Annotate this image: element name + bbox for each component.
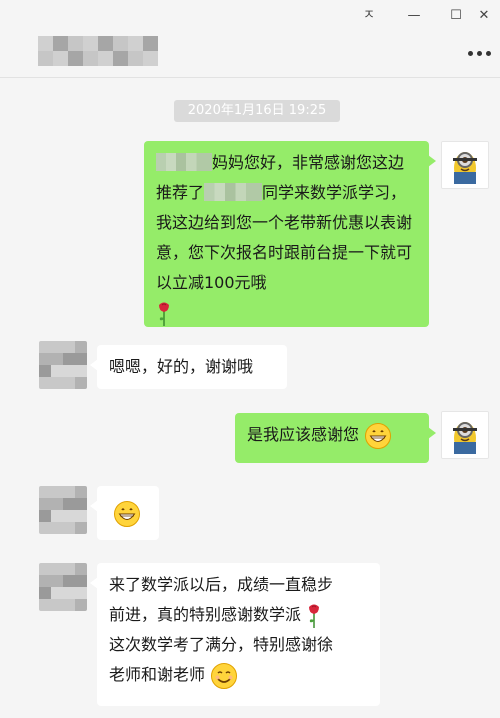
minion-avatar-icon [442, 142, 488, 188]
message-text: 前进，真的特别感谢数学派 [109, 605, 302, 624]
message-bubble-contact[interactable]: 嗯嗯，好的，谢谢哦 [90, 345, 287, 389]
grinning-face-icon [365, 422, 392, 449]
message-bubble-contact[interactable] [90, 486, 159, 540]
grinning-face-icon [114, 500, 140, 527]
message-text: 来了数学派以后，成绩一直稳步 [109, 575, 334, 594]
rose-icon [309, 604, 320, 628]
message-text: 妈妈您好，非常感谢您这 [212, 153, 389, 172]
contact-name-redacted [38, 36, 158, 66]
redacted-name [156, 153, 212, 171]
contact-avatar[interactable] [39, 341, 87, 389]
message-text: 同学来数学派学 [262, 183, 375, 202]
message-timestamp: 2020年1月16日 19:25 [174, 100, 340, 122]
my-avatar[interactable] [441, 411, 489, 459]
close-button[interactable]: ✕ [472, 6, 496, 26]
message-text: 这次数学考了满分，特别感谢徐 [109, 635, 334, 654]
message-bubble-mine[interactable]: 是我应该感谢您 [235, 413, 436, 463]
minion-avatar-icon [442, 412, 488, 458]
contact-avatar[interactable] [39, 486, 87, 534]
title-bar: ㅈ — ☐ ✕ [0, 0, 500, 78]
message-bubble-mine[interactable]: 妈妈您好，非常感谢您这边推荐了 同学来数学派学习，我这边给到您一个老带新优惠以表谢… [144, 141, 436, 327]
minimize-button[interactable]: — [402, 6, 426, 26]
pin-icon[interactable]: ㅈ [357, 6, 381, 26]
my-avatar[interactable] [441, 141, 489, 189]
more-options-icon[interactable] [468, 46, 496, 60]
message-bubble-contact[interactable]: 来了数学派以后，成绩一直稳步 前进，真的特别感谢数学派 这次数学考了满分，特别感… [90, 563, 380, 706]
message-text: 是我应该感谢您 [247, 425, 360, 444]
smiling-face-icon [211, 662, 238, 689]
maximize-button[interactable]: ☐ [444, 6, 468, 26]
message-text: 老师和谢老师 [109, 665, 206, 684]
rose-icon [159, 302, 169, 326]
contact-avatar[interactable] [39, 563, 87, 611]
redacted-name [204, 183, 263, 201]
message-text: 嗯嗯，好的，谢谢哦 [109, 357, 254, 376]
